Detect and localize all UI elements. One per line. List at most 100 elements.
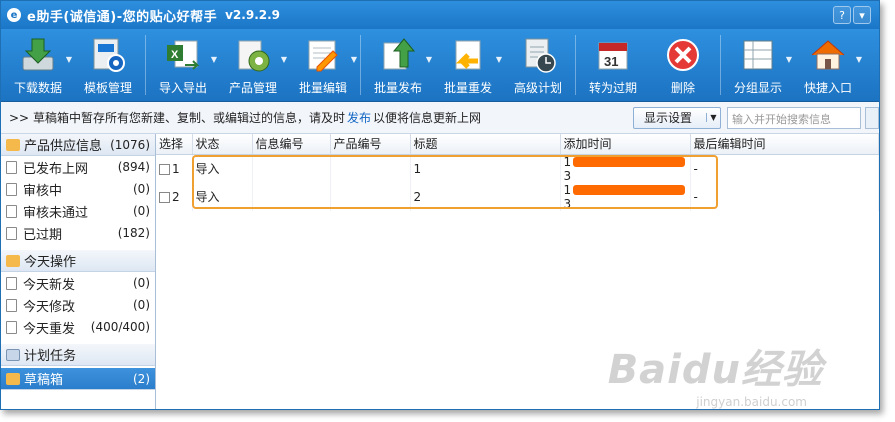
added-time-prefix: 1: [563, 154, 572, 169]
batch-edit-label: 批量编辑: [298, 81, 347, 95]
sidebar-item-rejected[interactable]: 审核未通过 (0): [1, 200, 155, 222]
row-checkbox[interactable]: [159, 163, 170, 175]
download-data-label: 下载数据: [13, 81, 62, 95]
document-icon: [6, 320, 17, 334]
sidebar-item-published[interactable]: 已发布上网 (894): [1, 156, 155, 178]
draft-list: 选择 状态 信息编号 产品编号 标题 添加时间 最后编辑时间 1 导入 1 13…: [156, 134, 879, 409]
toolbar-divider: [720, 35, 721, 95]
sidebar-item-expired[interactable]: 已过期 (182): [1, 222, 155, 244]
search-input[interactable]: 输入并开始搜索信息: [727, 106, 861, 129]
sidebar-item-today-new[interactable]: 今天新发 (0): [1, 272, 155, 294]
chevron-down-icon[interactable]: ▼: [496, 55, 502, 64]
advanced-plan-label: 高级计划: [513, 81, 562, 95]
column-header-product-id[interactable]: 产品编号: [330, 134, 411, 155]
download-icon: [18, 35, 58, 75]
row-status: 导入: [192, 182, 253, 211]
chevron-down-icon[interactable]: ▼: [426, 55, 432, 64]
delete-button[interactable]: 删除: [648, 29, 718, 101]
sidebar-item-today-republished[interactable]: 今天重发 (400/400): [1, 316, 155, 338]
row-title: 1: [410, 154, 561, 183]
sidebar-item-label: 今天修改: [23, 299, 76, 315]
publish-link[interactable]: 发布: [347, 109, 371, 126]
column-header-added-time[interactable]: 添加时间: [560, 134, 691, 155]
redaction-mark: [573, 185, 686, 195]
batch-publish-button[interactable]: 批量发布 ▼: [363, 29, 433, 101]
added-time-prefix: 1: [563, 182, 572, 197]
chevron-down-icon[interactable]: ▼: [66, 55, 72, 64]
folder-icon: [6, 138, 20, 151]
sidebar-group-today[interactable]: 今天操作: [1, 250, 155, 272]
chevron-down-icon[interactable]: ▼: [786, 55, 792, 64]
quick-entry-button[interactable]: 快捷入口 ▼: [793, 29, 863, 101]
chevron-down-icon[interactable]: ▼: [351, 55, 357, 64]
row-select-cell[interactable]: 2: [156, 182, 193, 211]
display-settings-label: 显示设置: [643, 111, 692, 125]
template-manage-button[interactable]: 模板管理: [73, 29, 143, 101]
republish-icon: [448, 35, 488, 75]
added-time-suffix: 3: [563, 168, 572, 183]
grid-icon: [738, 35, 778, 75]
folder-icon: [6, 372, 20, 385]
document-icon: [6, 160, 17, 174]
document-icon: [6, 204, 17, 218]
sidebar-group-drafts[interactable]: 草稿箱 (2): [1, 368, 155, 390]
baidu-watermark: Baidu经验: [607, 347, 823, 393]
sidebar-group-label: 今天操作: [24, 255, 77, 270]
import-export-button[interactable]: X 导入导出 ▼: [148, 29, 218, 101]
display-settings-button[interactable]: 显示设置 ▼: [632, 106, 721, 129]
search-go-icon[interactable]: [865, 106, 879, 129]
notice-text: 草稿箱中暂存所有您新建、复制、或编辑过的信息，请及时: [32, 111, 345, 125]
row-status: 导入: [192, 154, 253, 183]
sidebar-item-count: (0): [133, 276, 150, 290]
toolbar-divider: [575, 35, 576, 95]
column-header-info-id[interactable]: 信息编号: [252, 134, 331, 155]
delete-icon: [663, 35, 703, 75]
table-row[interactable]: 1 导入 1 13 -: [156, 154, 879, 183]
calendar-icon: 31: [593, 35, 633, 75]
sidebar-item-label: 今天重发: [23, 321, 76, 337]
sidebar-item-today-modified[interactable]: 今天修改 (0): [1, 294, 155, 316]
row-select-cell[interactable]: 1: [156, 154, 193, 183]
product-manage-button[interactable]: 产品管理 ▼: [218, 29, 288, 101]
chevron-down-icon[interactable]: ▼: [211, 55, 217, 64]
column-header-last-edit[interactable]: 最后编辑时间: [690, 134, 879, 155]
toolbar-divider: [145, 35, 146, 95]
download-data-button[interactable]: 下载数据 ▼: [3, 29, 73, 101]
sidebar-item-label: 已过期: [23, 227, 63, 243]
redaction-mark: [573, 157, 686, 167]
svg-text:31: 31: [604, 54, 618, 69]
menu-icon[interactable]: ▾: [853, 6, 871, 24]
batch-republish-button[interactable]: 批量重发 ▼: [433, 29, 503, 101]
chevron-down-icon[interactable]: ▼: [856, 55, 862, 64]
delete-label: 删除: [670, 81, 695, 95]
batch-edit-button[interactable]: 批量编辑 ▼: [288, 29, 358, 101]
row-info-id: [252, 182, 331, 211]
column-header-select[interactable]: 选择: [156, 134, 193, 155]
mark-expired-button[interactable]: 31 转为过期: [578, 29, 648, 101]
column-header-status[interactable]: 状态: [192, 134, 253, 155]
chevron-down-icon[interactable]: ▼: [281, 55, 287, 64]
folder-icon: [6, 254, 20, 267]
advanced-plan-button[interactable]: 高级计划: [503, 29, 573, 101]
column-header-title[interactable]: 标题: [410, 134, 561, 155]
row-checkbox[interactable]: [159, 191, 170, 203]
batch-republish-label: 批量重发: [443, 81, 492, 95]
notice-bar: >> 草稿箱中暂存所有您新建、复制、或编辑过的信息，请及时 发布 以便将信息更新…: [1, 102, 879, 134]
sidebar-group-scheduled[interactable]: 计划任务: [1, 344, 155, 366]
row-title: 2: [410, 182, 561, 211]
group-display-label: 分组显示: [733, 81, 782, 95]
row-added-time: 13: [560, 154, 691, 183]
table-row[interactable]: 2 导入 2 13 -: [156, 182, 879, 211]
edit-icon: [303, 35, 343, 75]
sidebar-item-reviewing[interactable]: 审核中 (0): [1, 178, 155, 200]
chevron-down-icon[interactable]: ▼: [706, 113, 720, 122]
document-icon: [6, 226, 17, 240]
help-icon[interactable]: ?: [833, 6, 851, 24]
checklist-icon: [6, 348, 20, 361]
sidebar-group-count: (1076): [110, 137, 150, 152]
group-display-button[interactable]: 分组显示 ▼: [723, 29, 793, 101]
app-window: e e助手(诚信通)-您的贴心好帮手 v2.9.2.9 ? ▾ 下载数据 ▼ 模…: [0, 0, 880, 410]
house-icon: [808, 35, 848, 75]
sidebar-group-products[interactable]: 产品供应信息 (1076): [1, 134, 155, 156]
sidebar-group-label: 产品供应信息: [24, 139, 103, 154]
